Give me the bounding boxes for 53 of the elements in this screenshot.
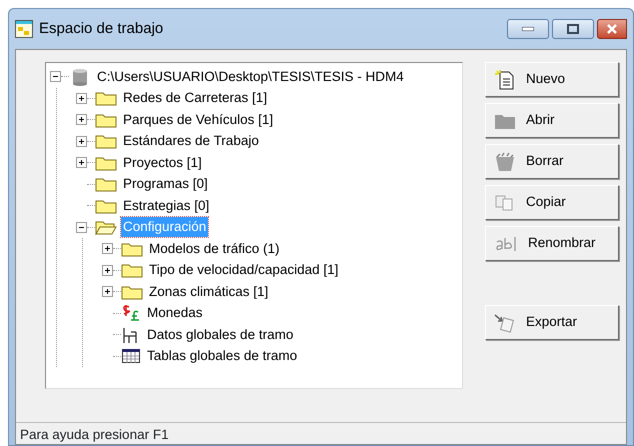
folder-icon (121, 284, 143, 300)
toolbar-button[interactable]: Abrir (485, 103, 619, 138)
folder-icon (95, 154, 117, 171)
toolbar-button[interactable]: Renombrar (485, 226, 619, 261)
window-title: Espacio de trabajo (39, 18, 164, 39)
folder-icon (95, 176, 117, 192)
folder-icon (95, 90, 117, 106)
minimize-icon (522, 27, 534, 31)
tree-item[interactable]: C:\Users\USUARIO\Desktop\TESIS\TESIS - HDM4 (95, 66, 406, 87)
folder-icon (95, 133, 117, 150)
export-icon (494, 312, 516, 332)
app-icon (15, 20, 33, 38)
basket-icon (494, 152, 516, 172)
toolbar-button[interactable]: Nuevo (485, 62, 619, 97)
tree-item[interactable]: Monedas (145, 303, 205, 324)
tree-item[interactable]: Estándares de Trabajo (121, 131, 261, 152)
tree-item[interactable]: Datos globales de tramo (145, 324, 296, 345)
tree-item[interactable]: Redes de Carreteras [1] (121, 88, 270, 108)
expand-icon[interactable] (76, 136, 87, 147)
tree-item[interactable]: Tablas globales de tramo (145, 346, 300, 366)
tree-item[interactable]: Estrategias [0] (121, 196, 212, 216)
folder-icon (121, 262, 143, 278)
tree-item[interactable]: Tipo de velocidad/capacidad [1] (147, 260, 340, 280)
open-folder-icon (95, 219, 117, 236)
tree-item[interactable]: Proyectos [1] (121, 152, 204, 173)
folder-icon (121, 240, 143, 257)
tree-item[interactable]: Modelos de tráfico (1) (147, 238, 282, 259)
close-icon (606, 24, 618, 34)
tree-item[interactable]: Parques de Vehículos [1] (121, 110, 276, 130)
tree-item[interactable]: Programas [0] (121, 174, 210, 194)
maximize-button[interactable] (552, 19, 594, 39)
table-icon (121, 347, 141, 366)
close-button[interactable] (597, 19, 627, 39)
new-document-icon (494, 70, 516, 90)
folder-icon (95, 112, 117, 128)
minimize-button[interactable] (507, 19, 549, 39)
expand-icon[interactable] (76, 157, 87, 168)
maximize-icon (567, 24, 579, 34)
expand-icon[interactable] (76, 114, 87, 126)
collapse-icon[interactable] (50, 71, 61, 82)
expand-icon[interactable] (102, 243, 113, 254)
toolbar-button[interactable]: Borrar (485, 144, 619, 179)
toolbar-button[interactable]: Copiar (485, 185, 619, 220)
folder-icon (95, 198, 117, 214)
collapse-icon[interactable] (76, 222, 87, 233)
tree-item[interactable]: Zonas climáticas [1] (147, 282, 270, 302)
expand-icon[interactable] (102, 264, 113, 276)
text-cursor-icon (494, 234, 518, 252)
status-text: Para ayuda presionar F1 (20, 427, 169, 442)
currency-icon (121, 304, 141, 322)
expand-icon[interactable] (76, 92, 87, 104)
toolbar-button[interactable]: Exportar (485, 305, 619, 340)
expand-icon[interactable] (102, 286, 113, 298)
